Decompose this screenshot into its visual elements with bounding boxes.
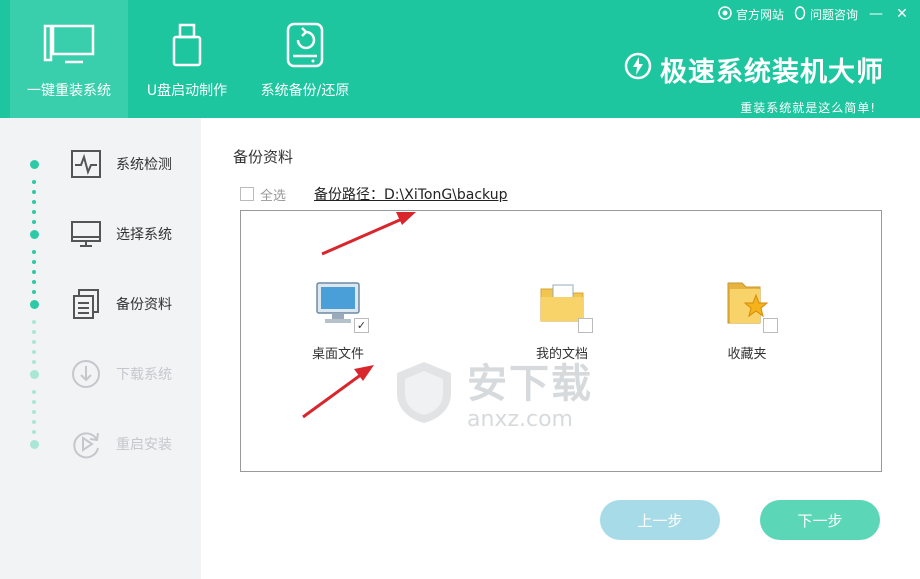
annotation-arrows <box>302 212 416 419</box>
arrow-to-desktop-files <box>302 365 374 419</box>
arrow-to-backup-path <box>321 212 416 256</box>
